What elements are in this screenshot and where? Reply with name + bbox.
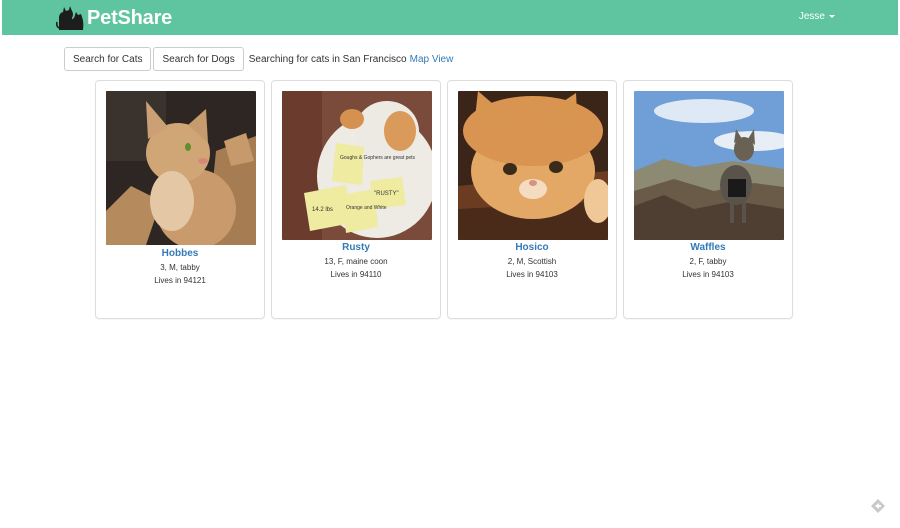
sticky-note-text: Orange and White bbox=[346, 205, 387, 211]
pet-location: Lives in 94110 bbox=[330, 270, 382, 279]
pet-card[interactable]: Hobbes 3, M, tabby Lives in 94121 bbox=[95, 80, 265, 319]
sticky-note-text: Goughs & Gophers are great pets bbox=[340, 155, 416, 161]
pet-name-link[interactable]: Hobbes bbox=[96, 248, 264, 259]
search-status-text: Searching for cats in San Francisco bbox=[248, 53, 407, 65]
pet-card-grid: Hobbes 3, M, tabby Lives in 94121 Goughs… bbox=[95, 80, 799, 319]
cat-and-dog-logo-icon bbox=[56, 6, 84, 30]
pet-card[interactable]: Goughs & Gophers are great pets 14.2 lbs… bbox=[271, 80, 441, 319]
pet-card[interactable]: Hosico 2, M, Scottish Lives in 94103 bbox=[447, 80, 617, 319]
sticky-note-text: 14.2 lbs bbox=[312, 207, 333, 213]
diamond-arrow-icon[interactable] bbox=[870, 498, 886, 514]
map-view-link[interactable]: Map View bbox=[410, 54, 454, 65]
pet-location: Lives in 94103 bbox=[682, 270, 734, 279]
pet-photo[interactable] bbox=[458, 91, 608, 240]
pet-photo[interactable] bbox=[106, 91, 256, 245]
pet-photo[interactable] bbox=[634, 91, 784, 240]
pet-card[interactable]: Waffles 2, F, tabby Lives in 94103 bbox=[623, 80, 793, 319]
pet-name-link[interactable]: Waffles bbox=[624, 242, 792, 253]
top-navbar: PetShare Jesse bbox=[2, 0, 898, 35]
brand[interactable]: PetShare bbox=[56, 4, 172, 32]
pet-location: Lives in 94103 bbox=[506, 270, 558, 279]
pet-photo[interactable]: Goughs & Gophers are great pets 14.2 lbs… bbox=[282, 91, 432, 240]
search-cats-button[interactable]: Search for Cats bbox=[64, 47, 152, 71]
brand-name: PetShare bbox=[87, 6, 173, 29]
pet-details: 2, M, Scottish bbox=[507, 257, 557, 266]
pet-name-link[interactable]: Rusty bbox=[272, 242, 440, 253]
user-name: Jesse bbox=[798, 11, 825, 22]
sticky-note-text: "RUSTY" bbox=[374, 191, 399, 197]
search-toolbar: Search for Cats Search for Dogs Searchin… bbox=[64, 47, 453, 71]
user-menu-dropdown[interactable]: Jesse bbox=[799, 11, 835, 22]
pet-name-link[interactable]: Hosico bbox=[448, 242, 616, 253]
pet-location: Lives in 94121 bbox=[154, 276, 206, 285]
pet-details: 3, M, tabby bbox=[160, 263, 200, 272]
pet-details: 13, F, maine coon bbox=[324, 257, 388, 266]
search-dogs-button[interactable]: Search for Dogs bbox=[153, 47, 244, 71]
caret-down-icon bbox=[829, 15, 835, 18]
pet-details: 2, F, tabby bbox=[689, 257, 727, 266]
